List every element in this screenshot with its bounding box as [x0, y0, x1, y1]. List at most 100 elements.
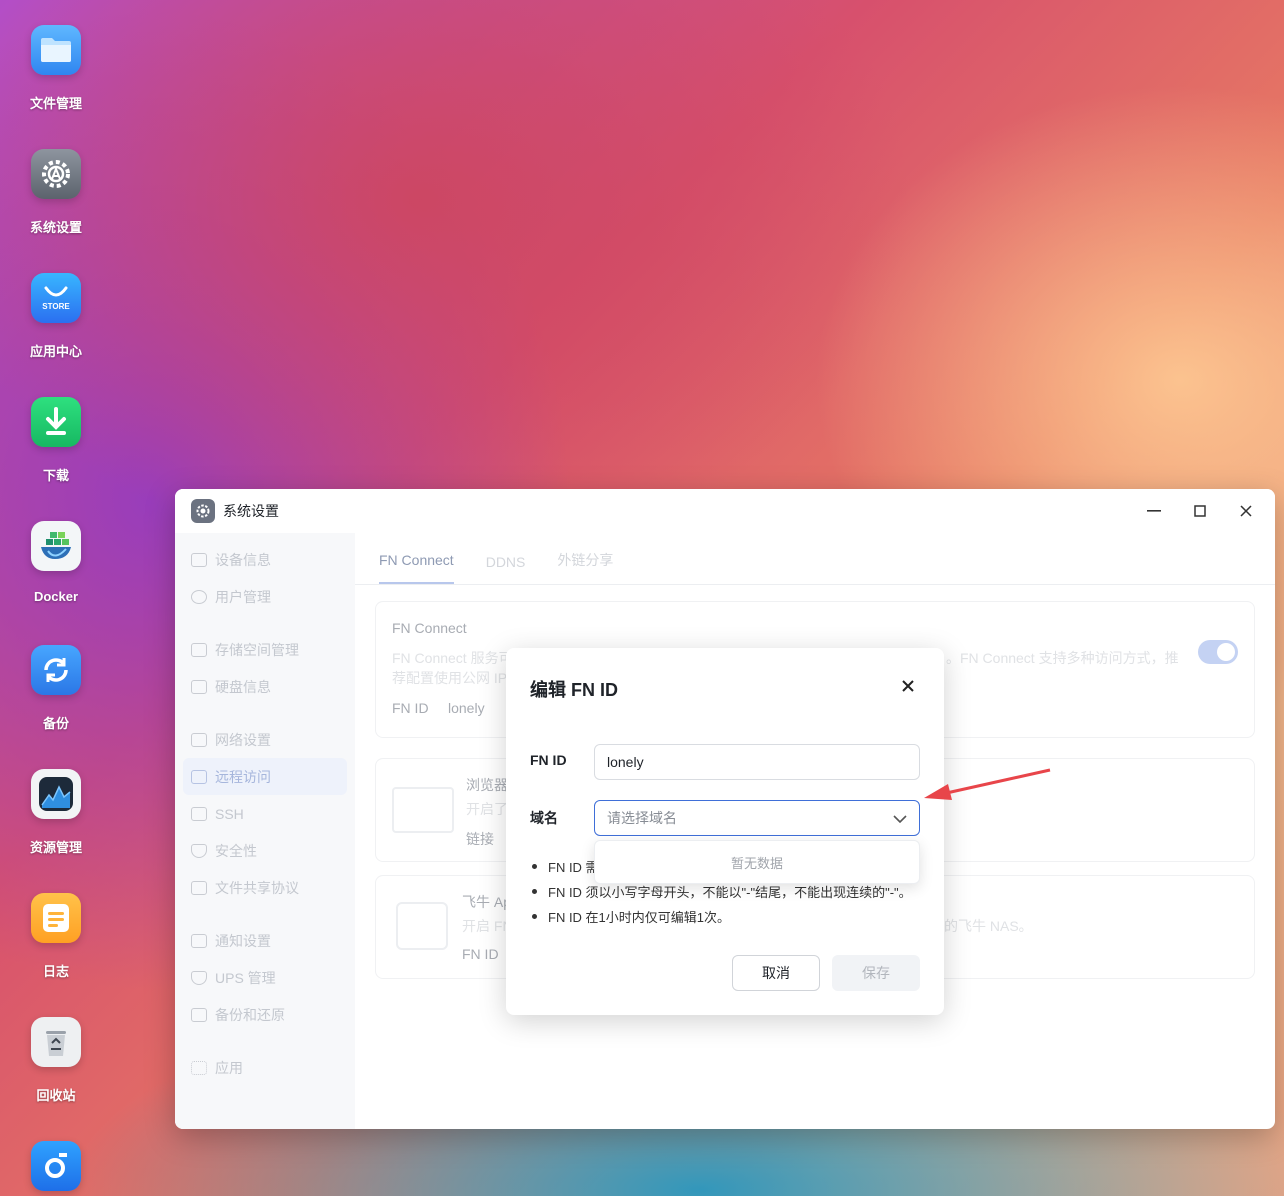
- domain-dropdown-empty: 暂无数据: [594, 840, 920, 884]
- fn-id-label: FN ID: [392, 700, 429, 716]
- minimize-button[interactable]: [1141, 498, 1167, 524]
- sidebar-item-disk[interactable]: 硬盘信息: [175, 668, 355, 705]
- docker-whale-icon: [31, 521, 81, 571]
- card-title: 浏览器: [466, 777, 508, 793]
- domain-field-label: 域名: [530, 810, 558, 826]
- fn-id-input-value: lonely: [607, 754, 644, 770]
- desktop-icon-resource-monitor[interactable]: 资源管理: [14, 769, 98, 856]
- apps-icon: [191, 1060, 207, 1075]
- desktop-icon-label: 应用中心: [29, 344, 82, 359]
- sidebar-item-label: 远程访问: [215, 768, 271, 785]
- close-icon[interactable]: [896, 674, 920, 698]
- cancel-button[interactable]: 取消: [732, 955, 820, 991]
- sidebar-item-ups[interactable]: UPS 管理: [175, 959, 355, 996]
- folder-icon: [31, 25, 81, 75]
- network-icon: [191, 732, 207, 747]
- sidebar-item-label: 通知设置: [215, 932, 271, 949]
- card-description-line2: 荐配置使用公网 IP: [392, 670, 508, 686]
- window-titlebar: 系统设置: [175, 489, 1275, 533]
- fn-id-value: lonely: [448, 700, 485, 716]
- fn-id-input[interactable]: lonely: [594, 744, 920, 780]
- sidebar-item-backup-restore[interactable]: 备份和还原: [175, 996, 355, 1033]
- monitor-chart-icon: [31, 769, 81, 819]
- tab-fn-connect[interactable]: FN Connect: [379, 552, 454, 584]
- maximize-button[interactable]: [1187, 498, 1213, 524]
- dialog-title: 编辑 FN ID: [530, 680, 618, 700]
- domain-select-placeholder: 请选择域名: [607, 810, 677, 826]
- notepad-icon: [31, 893, 81, 943]
- chevron-down-icon: [893, 810, 907, 826]
- save-button[interactable]: 保存: [832, 955, 920, 991]
- mail-icon: [191, 933, 207, 948]
- sidebar-item-ssh[interactable]: SSH: [175, 795, 355, 832]
- desktop-icon-label: Docker: [33, 589, 79, 604]
- edit-fn-id-dialog: 编辑 FN ID FN ID lonely 域名 请选择域名 FN ID 需 F…: [506, 648, 944, 1015]
- sidebar-item-network[interactable]: 网络设置: [175, 721, 355, 758]
- disk-icon: [191, 679, 207, 694]
- desktop-icon-label: 日志: [42, 964, 69, 979]
- card-description: FN Connect 服务可: [392, 650, 513, 666]
- sidebar-item-notifications[interactable]: 通知设置: [175, 922, 355, 959]
- domain-select[interactable]: 请选择域名: [594, 800, 920, 836]
- desktop-icon-recycle-bin[interactable]: 回收站: [14, 1017, 98, 1104]
- recycle-icon: [31, 1017, 81, 1067]
- user-icon: [191, 589, 207, 604]
- card-description: 开启 FN: [462, 918, 513, 934]
- fn-connect-toggle[interactable]: [1198, 640, 1238, 664]
- sidebar-item-device-info[interactable]: 设备信息: [175, 541, 355, 578]
- app-logo-icon: [31, 1141, 81, 1191]
- device-icon: [191, 552, 207, 567]
- desktop-icon-label: 资源管理: [29, 840, 82, 855]
- sidebar-item-storage[interactable]: 存储空间管理: [175, 631, 355, 668]
- card-title: 飞牛 Ap: [462, 894, 512, 910]
- sidebar-item-label: UPS 管理: [215, 969, 276, 986]
- sidebar-item-label: 网络设置: [215, 731, 271, 748]
- sidebar-item-file-sharing[interactable]: 文件共享协议: [175, 869, 355, 906]
- fn-id-label: FN ID: [462, 946, 499, 962]
- card-title: FN Connect: [392, 620, 467, 636]
- sidebar-item-users[interactable]: 用户管理: [175, 578, 355, 615]
- desktop-icon-download[interactable]: 下载: [14, 397, 98, 484]
- desktop-icon-backup[interactable]: 备份: [14, 645, 98, 732]
- desktop-icon-docker[interactable]: Docker: [14, 521, 98, 604]
- card-description: 开启了: [466, 801, 508, 817]
- desktop-icon-label: 系统设置: [29, 220, 82, 235]
- sidebar-item-label: SSH: [215, 805, 244, 822]
- sidebar-item-label: 设备信息: [215, 551, 271, 568]
- sidebar-item-label: 应用: [215, 1059, 243, 1076]
- download-icon: [31, 397, 81, 447]
- sidebar-item-security[interactable]: 安全性: [175, 832, 355, 869]
- store-icon: STORE: [31, 273, 81, 323]
- send-icon: [191, 769, 207, 784]
- terminal-icon: [191, 806, 207, 821]
- sync-icon: [31, 645, 81, 695]
- sidebar-item-apps[interactable]: 应用: [175, 1049, 355, 1086]
- sidebar-item-remote-access[interactable]: 远程访问: [183, 758, 347, 795]
- desktop-icon-app-center[interactable]: STORE 应用中心: [14, 273, 98, 360]
- desktop-icon-label: 下载: [42, 468, 69, 483]
- desktop-icon-label: 文件管理: [29, 96, 82, 111]
- shield-icon: [191, 970, 207, 985]
- storage-icon: [191, 642, 207, 657]
- link-label: 链接: [466, 831, 494, 847]
- fn-id-field-label: FN ID: [530, 752, 567, 768]
- close-button[interactable]: [1233, 498, 1259, 524]
- rule-item: FN ID 在1小时内仅可编辑1次。: [532, 904, 924, 929]
- download-icon: [191, 1007, 207, 1022]
- tab-bar: FN Connect DDNS 外链分享: [355, 533, 1275, 585]
- sidebar-item-label: 安全性: [215, 842, 257, 859]
- tab-ddns[interactable]: DDNS: [486, 554, 526, 584]
- card-description-right: 的飞牛 NAS。: [944, 918, 1033, 934]
- desktop-icon-label: 备份: [42, 716, 69, 731]
- shield-icon: [191, 843, 207, 858]
- gear-icon: [191, 499, 215, 523]
- tab-external-share[interactable]: 外链分享: [557, 550, 613, 584]
- desktop-icon-files[interactable]: 文件管理: [14, 25, 98, 112]
- annotation-arrow-icon: [924, 768, 1051, 800]
- desktop-icon-settings[interactable]: 系统设置: [14, 149, 98, 236]
- desktop-icon-partial[interactable]: [14, 1141, 98, 1191]
- card-description-right: 。FN Connect 支持多种访问方式，推: [946, 650, 1179, 666]
- sidebar-item-label: 文件共享协议: [215, 879, 299, 896]
- phone-app-icon: [396, 902, 448, 950]
- desktop-icon-log[interactable]: 日志: [14, 893, 98, 980]
